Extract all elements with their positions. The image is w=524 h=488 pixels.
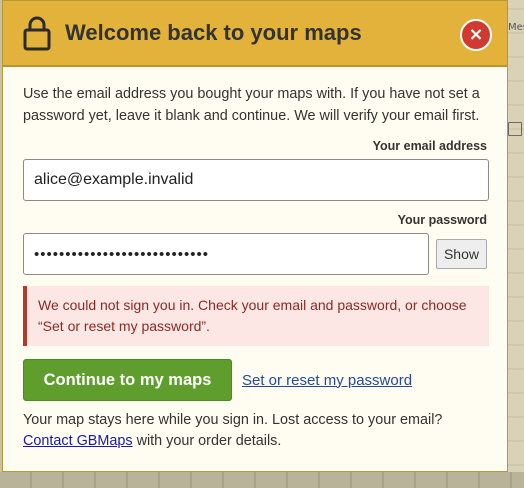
footnote: Your map stays here while you sign in. L… [23,410,487,452]
footnote-text: Your map stays here while you sign in. L… [23,412,443,428]
dialog-header: Welcome back to your maps × [3,1,507,67]
password-label: Your password [397,213,487,227]
footnote-text-end: with your order details. [132,433,282,449]
map-icon [508,122,522,136]
email-label: Your email address [372,139,487,153]
background-map-strip [0,472,524,488]
signin-dialog: Welcome back to your maps × Use the emai… [2,0,508,472]
error-message: We could not sign you in. Check your ema… [23,286,489,346]
intro-text: Use the email address you bought your ma… [23,86,480,124]
show-password-button[interactable]: Show [435,239,487,269]
map-place-label: Mes [508,22,524,33]
continue-button[interactable]: Continue to my maps [23,359,232,401]
reset-password-link[interactable]: Set or reset my password [242,372,412,389]
email-field[interactable] [23,159,489,201]
password-field[interactable] [23,233,429,275]
password-row: Show [23,233,487,275]
background-map: Mes [506,0,524,488]
action-row: Continue to my maps Set or reset my pass… [23,359,487,401]
close-icon: × [468,24,484,45]
close-button[interactable]: × [460,19,492,51]
contact-link[interactable]: Contact GBMaps [23,433,133,449]
dialog-title: Welcome back to your maps [65,20,362,45]
lock-icon [23,16,51,51]
